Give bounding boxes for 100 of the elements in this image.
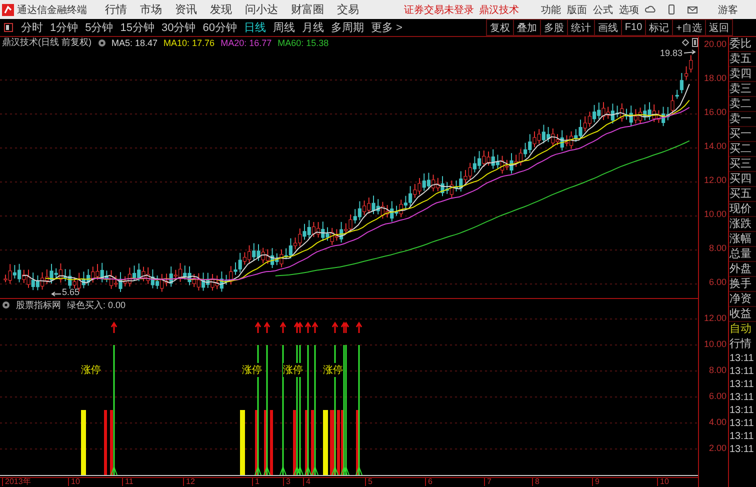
period-tab[interactable]: 15分钟 xyxy=(117,20,158,35)
indicator-axis-label: 10.00 xyxy=(704,339,726,349)
price-axis-label: 20.00 xyxy=(704,39,726,49)
price-axis-label: 10.00 xyxy=(704,209,726,219)
quote-label: 总量 xyxy=(729,247,756,262)
date-axis-label: 10 xyxy=(68,477,80,486)
period-tab[interactable]: 更多 > xyxy=(368,20,406,35)
limit-up-label: 涨停 xyxy=(283,363,303,377)
stock-name: 鼎汉技术 xyxy=(479,4,519,16)
mode-tab[interactable]: 行情 xyxy=(729,337,756,352)
price-axis-label: 12.00 xyxy=(704,175,726,185)
menu-item[interactable]: 功能 xyxy=(541,2,561,16)
period-tab[interactable]: 分时 xyxy=(18,20,46,35)
price-axis-label: 16.00 xyxy=(704,107,726,117)
quote-label: 买三 xyxy=(729,157,756,172)
limit-up-label: 涨停 xyxy=(323,363,343,377)
trade-time: 13:11 xyxy=(729,430,755,443)
price-axis-label: 8.00 xyxy=(708,243,726,253)
period-tab[interactable]: 日线 xyxy=(241,20,269,35)
quote-label: 买四 xyxy=(729,172,756,187)
toolbar-button[interactable]: 标记 xyxy=(645,19,672,36)
trade-time: 13:11 xyxy=(729,391,755,404)
date-axis-label: 5 xyxy=(365,477,372,486)
trade-time: 13:11 xyxy=(729,443,755,456)
ma-reading: MA60: 15.38 xyxy=(278,38,329,48)
indicator-axis-label: 2.00 xyxy=(708,443,726,453)
quote-label: 卖一 xyxy=(729,112,756,127)
toolbar-button[interactable]: 统计 xyxy=(566,19,594,36)
toolbar-button[interactable]: 叠加 xyxy=(512,19,540,36)
trade-time: 13:11 xyxy=(729,378,755,391)
limit-up-label: 涨停 xyxy=(242,363,262,377)
ma-reading: MA20: 16.77 xyxy=(220,38,272,48)
menu-item[interactable]: 发现 xyxy=(210,2,232,17)
app-title: 通达信金融终端 xyxy=(17,4,87,16)
quote-label: 卖三 xyxy=(729,82,756,97)
date-axis-label: 7 xyxy=(484,477,492,486)
indicator-axis-label: 12.00 xyxy=(704,313,726,323)
ma-reading: MA5: 18.47 xyxy=(112,38,158,48)
toolbar-button[interactable]: 多股 xyxy=(540,19,567,36)
menu-item[interactable]: 市场 xyxy=(140,2,162,17)
indicator-axis-label: 6.00 xyxy=(708,391,726,401)
high-price-label: 19.83 xyxy=(660,48,683,58)
trade-time: 13:11 xyxy=(729,352,755,365)
user-name[interactable]: 游客 xyxy=(718,2,738,16)
menu-item[interactable]: 交易 xyxy=(337,2,359,17)
date-axis-label: 2013年 xyxy=(2,477,31,486)
quote-label: 卖二 xyxy=(729,97,756,112)
toolbar-button[interactable]: F10 xyxy=(620,19,646,36)
menu-item[interactable]: 公式 xyxy=(593,2,613,16)
period-tab[interactable]: 30分钟 xyxy=(158,20,199,35)
date-axis-label: 11 xyxy=(122,477,134,486)
date-axis-label: 10 xyxy=(657,477,669,486)
date-axis-label: 8 xyxy=(532,477,540,486)
quote-label: 净资 xyxy=(729,292,756,307)
price-axis-label: 14.00 xyxy=(704,141,726,151)
menu-item[interactable]: 版面 xyxy=(567,2,587,16)
login-notice[interactable]: 证券交易未登录 xyxy=(404,2,474,16)
trade-time: 13:11 xyxy=(729,417,755,430)
indicator-title: 股票指标网 xyxy=(16,298,61,312)
quote-label: 现价 xyxy=(729,202,756,217)
period-tab[interactable]: 月线 xyxy=(299,20,327,35)
date-axis-label: 9 xyxy=(592,477,600,486)
menu-item[interactable]: 资讯 xyxy=(175,2,197,17)
period-tab[interactable]: 周线 xyxy=(270,20,298,35)
toolbar-button[interactable]: +自选 xyxy=(672,19,705,36)
date-axis-label: 4 xyxy=(303,477,310,486)
quote-label: 收益 xyxy=(729,307,756,322)
quote-label: 卖五 xyxy=(729,52,756,67)
chart-title: 鼎汉技术(日线 前复权) xyxy=(2,36,92,49)
quote-label: 卖四 xyxy=(729,67,756,82)
indicator-axis-label: 4.00 xyxy=(708,417,726,427)
toolbar-button[interactable]: 画线 xyxy=(594,19,621,36)
toolbar-button[interactable]: 返回 xyxy=(705,19,733,36)
trade-time: 13:11 xyxy=(729,404,755,417)
date-axis-label: 3 xyxy=(283,477,290,486)
quote-label: 买五 xyxy=(729,187,756,202)
quote-label: 涨幅 xyxy=(729,232,756,247)
period-tab[interactable]: 多周期 xyxy=(328,20,367,35)
price-axis-label: 6.00 xyxy=(708,277,726,287)
toolbar-button[interactable]: 复权 xyxy=(486,19,513,36)
mode-tab[interactable]: 自动 xyxy=(729,322,756,337)
menu-item[interactable]: 财富圈 xyxy=(291,2,324,17)
period-tab[interactable]: 1分钟 xyxy=(47,20,82,35)
period-tab[interactable]: 60分钟 xyxy=(200,20,240,35)
period-tab[interactable]: 5分钟 xyxy=(82,20,116,35)
quote-label: 买二 xyxy=(729,142,756,157)
price-axis-label: 18.00 xyxy=(704,73,726,83)
menu-item[interactable]: 选项 xyxy=(619,2,639,16)
menu-item[interactable]: 问小达 xyxy=(245,2,278,17)
indicator-reading: 绿色买入: 0.00 xyxy=(67,298,126,312)
date-axis-label: 12 xyxy=(183,477,195,486)
date-axis-label: 6 xyxy=(425,477,432,486)
date-axis-label: 1 xyxy=(252,477,260,486)
trade-time: 13:11 xyxy=(729,365,755,378)
quote-label: 外盘 xyxy=(729,262,756,277)
quote-label: 买一 xyxy=(729,127,756,142)
menu-item[interactable]: 行情 xyxy=(105,2,127,17)
indicator-axis-label: 8.00 xyxy=(708,365,726,375)
quote-label: 涨跌 xyxy=(729,217,756,232)
quote-label: 委比 xyxy=(729,37,756,52)
